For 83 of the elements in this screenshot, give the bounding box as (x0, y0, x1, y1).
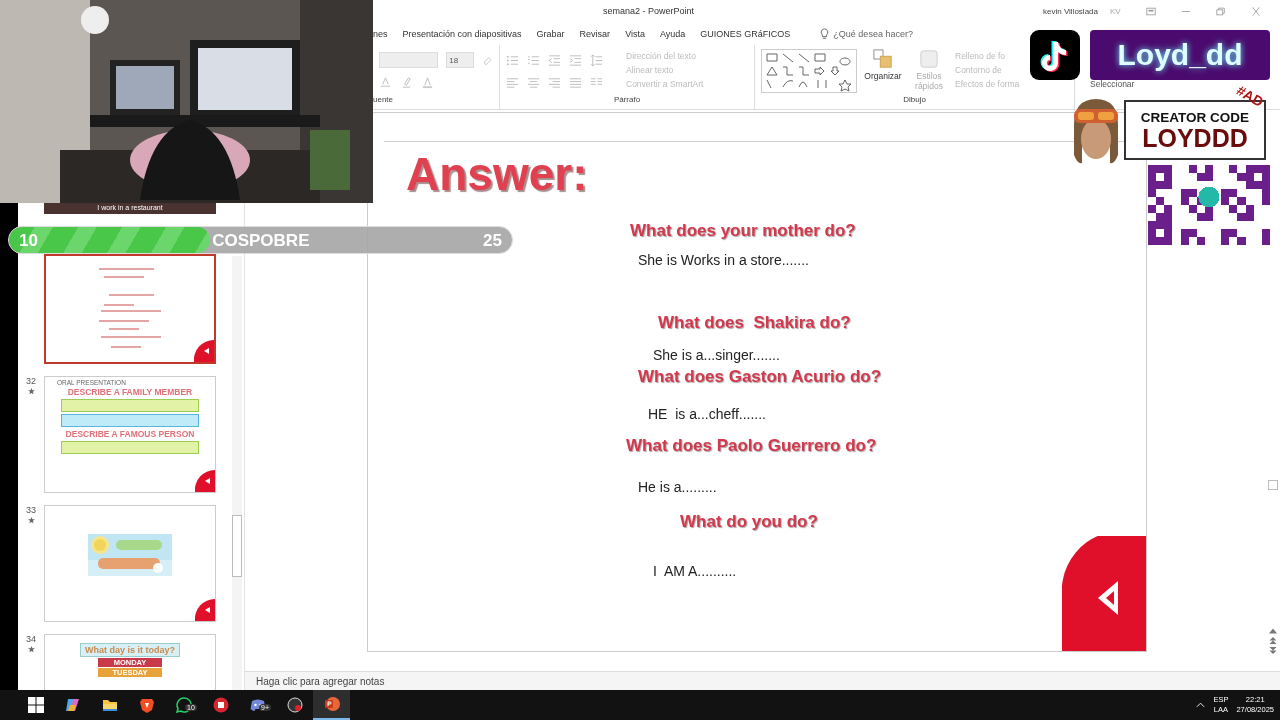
answer-text: HE is a...cheff....... (648, 406, 766, 422)
corner-badge-drawing (195, 470, 215, 492)
group-label: Dibujo (902, 95, 927, 106)
scrollbar-thumb[interactable] (232, 515, 242, 577)
app-circle-icon (212, 697, 229, 713)
lightbulb-icon (820, 27, 830, 40)
window-title: semana2 - PowerPoint (603, 6, 696, 16)
creator-code-label: CREATOR CODE (1140, 109, 1250, 125)
styles-icon (919, 49, 939, 69)
bullet-list-icon[interactable] (506, 53, 519, 67)
star-icon (27, 517, 35, 524)
notes-placeholder[interactable]: Haga clic para agregar notas (256, 675, 385, 687)
ribbon-tab[interactable]: Presentación con diapositivas (402, 28, 522, 39)
close-icon[interactable] (1250, 6, 1261, 16)
folder-icon (101, 697, 118, 713)
question-text: What does Paolo Guerrero do? (626, 436, 877, 456)
slide-number: 32 (26, 376, 36, 386)
font-name-field[interactable] (379, 52, 439, 68)
corner-badge-drawing (194, 340, 214, 362)
goal-target: 25 (483, 231, 502, 251)
arrange-icon (873, 49, 893, 69)
windows-icon (27, 697, 44, 713)
ribbon-tab[interactable]: Vista (625, 28, 645, 39)
question-text: What does your mother do? (630, 221, 856, 241)
slide-title: What day is it today? (80, 643, 180, 657)
spacing-icon[interactable] (379, 75, 392, 89)
ad-tag: #AD (1233, 82, 1267, 110)
group-label: uente (373, 95, 395, 106)
corner-badge-drawing (195, 599, 215, 621)
align-right-icon[interactable] (548, 75, 561, 89)
align-left-icon[interactable] (506, 75, 519, 89)
select-command[interactable]: Seleccionar (1090, 79, 1135, 89)
record-icon (286, 697, 303, 713)
line-spacing-icon[interactable] (590, 53, 603, 67)
font-color-icon[interactable] (421, 75, 434, 89)
page-down-icon[interactable] (1269, 647, 1277, 654)
ribbon-tab[interactable]: Revisar (579, 28, 611, 39)
taskbar-button[interactable] (313, 690, 350, 720)
star-icon (27, 388, 35, 395)
highlight-icon[interactable] (400, 75, 413, 89)
scroll-up-icon[interactable] (1269, 627, 1277, 634)
shapes-gallery[interactable] (761, 49, 857, 93)
slide-title: DESCRIBE A FAMOUS PERSON (65, 429, 195, 439)
ribbon-tab[interactable]: Grabar (536, 28, 565, 39)
question-text: What does Gaston Acurio do? (638, 367, 882, 387)
answer-text: I AM A.......... (653, 563, 737, 579)
creator-code: LOYDDD (1142, 124, 1248, 151)
answer-text: She is Works in a store....... (638, 252, 809, 268)
ribbon-display-icon[interactable] (1145, 6, 1156, 16)
presentation-app-icon (323, 696, 340, 712)
user-name: kevin Villoslada (1043, 6, 1098, 16)
ribbon-shape-icon (64, 697, 81, 713)
goal-label: COSPOBRE (212, 231, 310, 251)
slide-thumbnail[interactable] (44, 254, 216, 364)
slide-title: DESCRIBE A FAMILY MEMBER (67, 387, 193, 397)
caret-icon[interactable] (1196, 702, 1206, 708)
group-label: Párrafo (612, 95, 642, 106)
answer-text: She is a...singer....... (653, 347, 780, 363)
indent-icon[interactable] (569, 53, 582, 67)
page-up-icon[interactable] (1269, 637, 1277, 644)
slide-number: 34 (26, 634, 36, 644)
slide-title: Answer: (406, 147, 588, 201)
scrollbar[interactable] (232, 256, 242, 690)
search-field[interactable]: ¿Qué desea hacer? (833, 28, 934, 39)
justify-icon[interactable] (569, 75, 582, 89)
arrange-button[interactable]: Organizar (863, 49, 903, 81)
slide-number: 33 (26, 505, 36, 515)
music-note-icon (1030, 30, 1080, 80)
ribbon-tab[interactable]: GUIONES GRáFICOS (700, 28, 791, 39)
question-text: What does Shakira do? (658, 313, 851, 333)
restore-icon[interactable] (1215, 6, 1226, 16)
align-center-icon[interactable] (527, 75, 540, 89)
question-text: What do you do? (680, 512, 818, 532)
font-size-field[interactable]: 18 (446, 52, 475, 68)
star-icon (27, 646, 35, 653)
ribbon-tab[interactable]: Ayuda (660, 28, 686, 39)
goal-current: 10 (19, 231, 38, 251)
answer-text: He is a......... (638, 479, 717, 495)
outdent-icon[interactable] (548, 53, 561, 67)
ribbon-tab[interactable]: nes (373, 28, 388, 39)
numbered-list-icon[interactable] (527, 53, 540, 67)
scrollbar-thumb[interactable] (1268, 480, 1278, 490)
channel-name-tag: Loyd_dd (1090, 30, 1270, 80)
